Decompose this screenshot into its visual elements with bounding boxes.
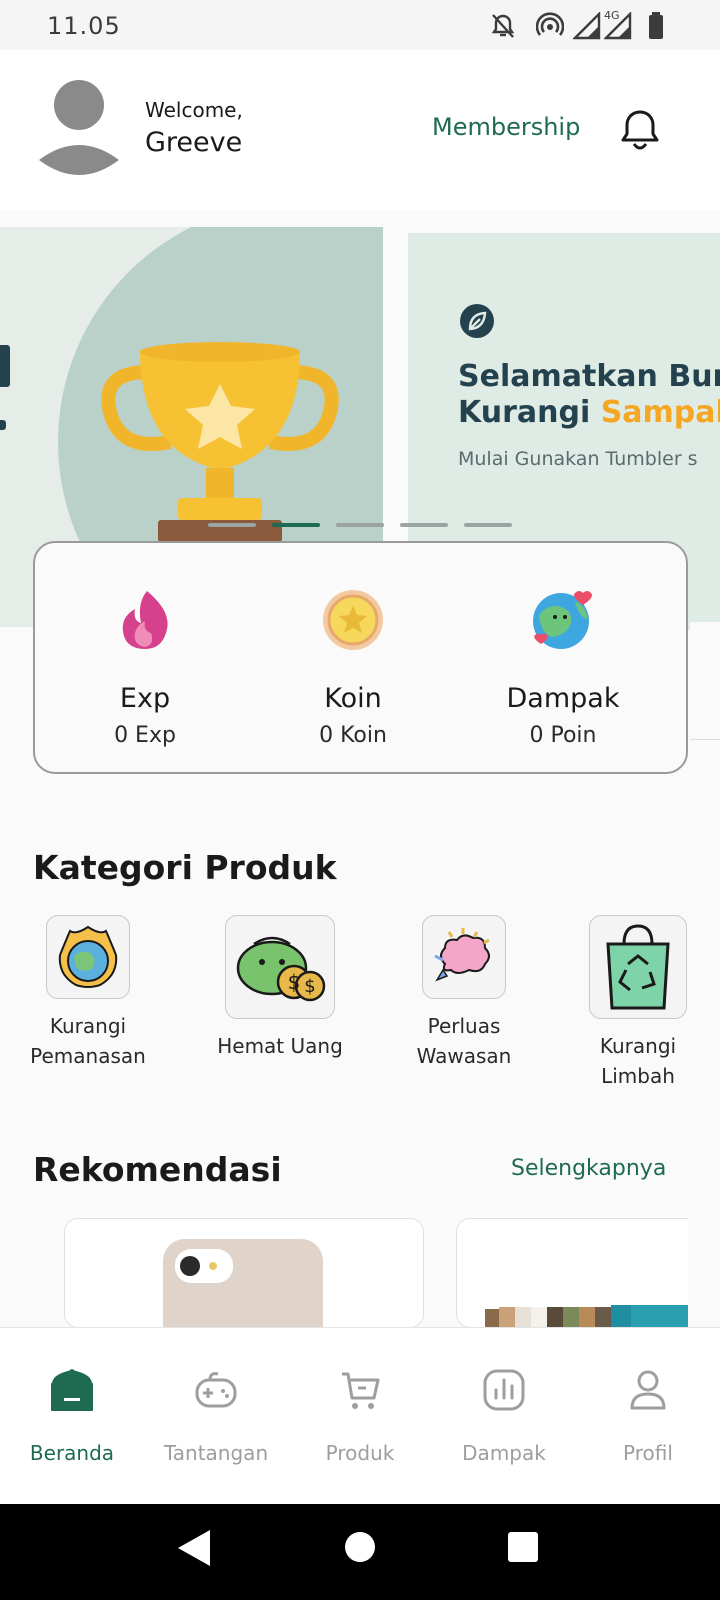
slide-title-line-1: Selamatkan Bum xyxy=(458,359,720,394)
flame-icon xyxy=(117,589,173,655)
carousel-dot[interactable] xyxy=(336,523,384,527)
bottom-nav: Beranda Tantangan Produk Dampak Profil xyxy=(0,1327,720,1504)
leaf-logo-icon xyxy=(458,302,496,344)
carousel-dot[interactable] xyxy=(208,523,256,527)
network-label: 4G xyxy=(604,9,620,22)
category-perluas-wawasan[interactable]: Perluas Wawasan xyxy=(404,915,524,1071)
svg-text:$: $ xyxy=(304,976,315,997)
stat-value: 0 Koin xyxy=(319,723,387,748)
earth-flame-icon xyxy=(46,915,130,999)
slide-title-highlight: Sampah xyxy=(600,395,720,430)
product-card[interactable] xyxy=(64,1218,424,1328)
trophy-icon xyxy=(100,342,340,546)
gamepad-icon xyxy=(194,1368,238,1416)
category-label: Kurangi Limbah xyxy=(599,1034,677,1088)
home-icon xyxy=(50,1368,94,1416)
carousel-dot-active[interactable] xyxy=(272,523,320,527)
username: Greeve xyxy=(145,127,243,158)
welcome-text: Welcome, xyxy=(145,98,243,122)
stat-value: 0 Exp xyxy=(114,723,176,748)
status-time: 11.05 xyxy=(47,12,121,40)
svg-text:$: $ xyxy=(288,970,301,994)
chart-icon xyxy=(482,1368,526,1416)
nav-tantangan[interactable]: Tantangan xyxy=(144,1328,288,1505)
category-label: Kurangi Pemanasan xyxy=(30,1014,146,1068)
stat-exp[interactable]: Exp 0 Exp xyxy=(35,543,255,772)
nav-beranda[interactable]: Beranda xyxy=(0,1328,144,1505)
user-icon xyxy=(626,1368,670,1416)
product-card[interactable] xyxy=(456,1218,688,1328)
category-label: Perluas Wawasan xyxy=(416,1014,512,1068)
recycle-bag-icon xyxy=(589,915,687,1019)
system-nav-bar xyxy=(0,1504,720,1600)
recents-icon[interactable] xyxy=(507,1531,539,1567)
brain-icon xyxy=(422,915,506,999)
kategori-title: Kategori Produk xyxy=(33,848,337,887)
rekomendasi-title: Rekomendasi xyxy=(33,1150,282,1189)
nav-dampak[interactable]: Dampak xyxy=(432,1328,576,1505)
coin-icon xyxy=(322,589,384,655)
slide-title-line-2: Kurangi Sampah xyxy=(458,395,720,430)
nav-label: Profil xyxy=(623,1441,673,1465)
slide-subtitle: Mulai Gunakan Tumbler s xyxy=(458,448,698,470)
product-image-fabric xyxy=(485,1305,688,1327)
carousel-dot[interactable] xyxy=(400,523,448,527)
category-kurangi-pemanasan[interactable]: Kurangi Pemanasan xyxy=(28,915,148,1071)
product-image-phone-case xyxy=(163,1239,327,1327)
bell-icon[interactable] xyxy=(618,106,662,154)
stat-dampak[interactable]: Dampak 0 Poin xyxy=(453,543,673,772)
membership-link[interactable]: Membership xyxy=(432,113,580,141)
stat-label: Exp xyxy=(119,683,171,714)
nav-profil[interactable]: Profil xyxy=(576,1328,720,1505)
carousel-dot[interactable] xyxy=(464,523,512,527)
status-bar: 11.05 4G xyxy=(0,0,720,50)
mute-icon xyxy=(490,12,516,44)
battery-icon xyxy=(648,12,664,44)
stat-label: Dampak xyxy=(506,683,620,714)
stats-card: Exp 0 Exp Koin 0 Koin Dampak 0 Poin xyxy=(33,541,688,774)
hotspot-icon xyxy=(535,12,565,44)
stat-value: 0 Poin xyxy=(529,723,597,748)
home-button-icon[interactable] xyxy=(344,1531,376,1567)
card-edge xyxy=(690,622,720,740)
category-hemat-uang[interactable]: $ $ Hemat Uang xyxy=(205,915,355,1061)
slide-text-fragment xyxy=(0,345,10,387)
nav-label: Tantangan xyxy=(163,1441,269,1465)
nav-label: Beranda xyxy=(29,1441,115,1465)
cart-icon xyxy=(338,1368,382,1416)
category-kurangi-limbah[interactable]: Kurangi Limbah xyxy=(578,915,698,1091)
stat-label: Koin xyxy=(324,683,382,714)
nav-label: Produk xyxy=(325,1441,395,1465)
category-label: Hemat Uang xyxy=(217,1034,343,1058)
slide-text-fragment xyxy=(0,420,6,430)
nav-label: Dampak xyxy=(462,1441,546,1465)
avatar-icon[interactable] xyxy=(37,80,129,180)
back-icon[interactable] xyxy=(176,1528,212,1572)
nav-produk[interactable]: Produk xyxy=(288,1328,432,1505)
earth-icon xyxy=(531,589,595,657)
see-more-link[interactable]: Selengkapnya xyxy=(511,1156,666,1181)
slide-title-part: Kurangi xyxy=(458,395,601,430)
signal-icon xyxy=(572,11,601,44)
wallet-coins-icon: $ $ xyxy=(225,915,335,1019)
stat-koin[interactable]: Koin 0 Koin xyxy=(253,543,453,772)
